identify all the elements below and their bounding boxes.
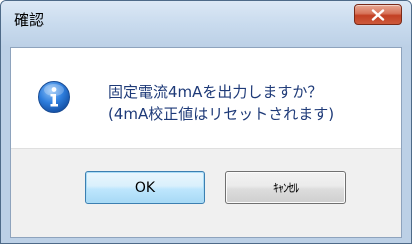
divider (11, 148, 401, 149)
close-icon (371, 8, 385, 21)
message-line-2: (4mA校正値はリセットされます) (108, 105, 335, 123)
title-bar[interactable]: 確認 (1, 1, 411, 47)
dialog-message: 固定電流4mAを出力しますか？ (4mA校正値はリセットされます) (108, 81, 334, 125)
info-icon (37, 80, 71, 114)
message-area: 固定電流4mAを出力しますか？ (4mA校正値はリセットされます) (11, 48, 401, 148)
window-title: 確認 (14, 11, 45, 29)
dialog-body: 固定電流4mAを出力しますか？ (4mA校正値はリセットされます) OK ｷｬﾝ… (10, 47, 402, 238)
dialog-window: 確認 固定電流4mAを出力しますか？ (4mA校正値はリセットされます) OK … (0, 0, 412, 244)
message-line-1: 固定電流4mAを出力しますか？ (108, 83, 323, 101)
ok-button[interactable]: OK (85, 171, 205, 204)
close-button[interactable] (354, 4, 402, 25)
cancel-button[interactable]: ｷｬﾝｾﾙ (225, 171, 346, 204)
